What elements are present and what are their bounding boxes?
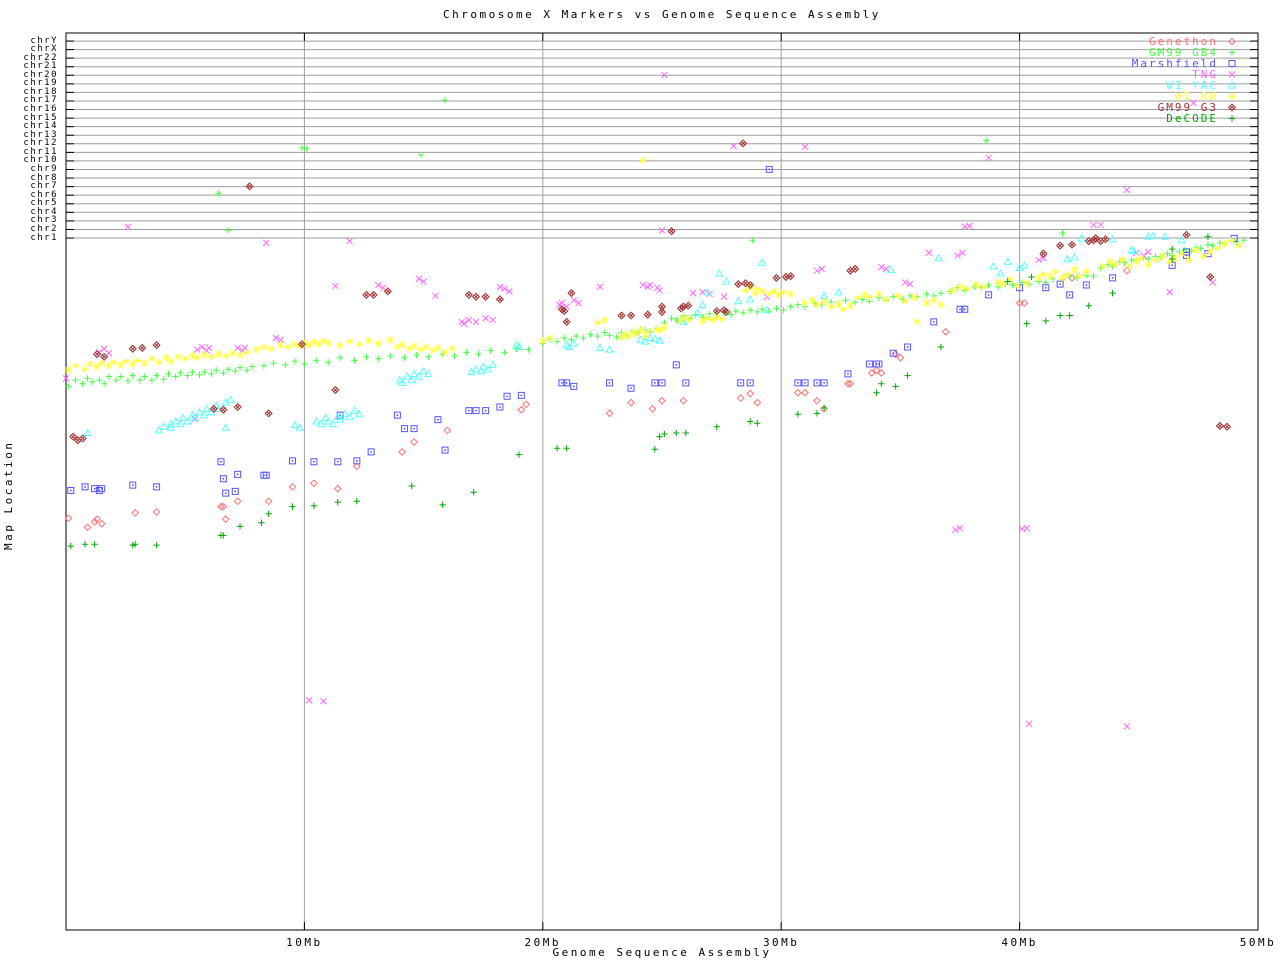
series-gm99-g3 — [70, 140, 1231, 444]
x-tick-label-40Mb: 40Mb — [980, 936, 1060, 949]
legend-asterisk-icon — [1218, 91, 1246, 102]
x-tick-label-10Mb: 10Mb — [264, 936, 344, 949]
plot-canvas — [0, 0, 1280, 960]
series-tng — [63, 72, 1216, 729]
legend: GenethonGM99 GB4MarshfieldTNGWI YACWI RH… — [1132, 36, 1246, 124]
x-tick-label-50Mb: 50Mb — [1218, 936, 1280, 949]
chromosome-marker-chart: Chromosome X Markers vs Genome Sequence … — [0, 0, 1280, 960]
legend-square-dot-icon — [1218, 58, 1246, 69]
x-axis-label: Genome Sequence Assembly — [66, 946, 1258, 959]
legend-label: DeCODE — [1166, 113, 1218, 124]
legend-cross-icon — [1218, 69, 1246, 80]
legend-plus-icon — [1218, 113, 1246, 124]
chart-title: Chromosome X Markers vs Genome Sequence … — [66, 8, 1258, 21]
x-tick-label-30Mb: 30Mb — [741, 936, 821, 949]
series-decode — [68, 233, 1212, 549]
y-axis-label: Map Location — [2, 430, 15, 550]
y-tick-label-chr1: chr1 — [30, 234, 58, 243]
legend-plus-icon — [1218, 47, 1246, 58]
legend-triangle-icon — [1218, 80, 1246, 91]
series-genethon — [65, 268, 1130, 531]
x-tick-label-20Mb: 20Mb — [503, 936, 583, 949]
legend-item-marshfield: Marshfield — [1132, 58, 1246, 69]
legend-item-decode: DeCODE — [1132, 113, 1246, 124]
legend-diamond-x-icon — [1218, 102, 1246, 113]
legend-open-diamond-icon — [1218, 36, 1246, 47]
